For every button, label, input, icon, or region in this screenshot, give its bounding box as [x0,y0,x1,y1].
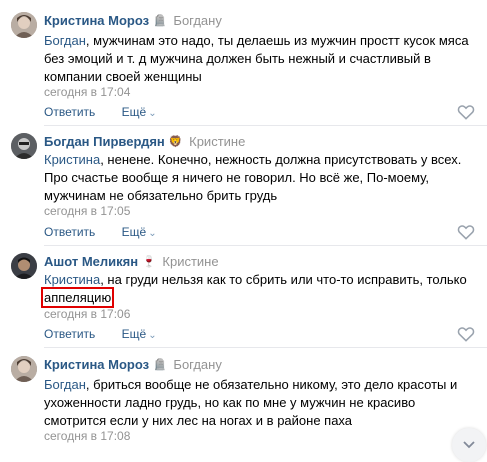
scroll-down-button[interactable] [452,428,486,462]
separator [44,347,487,348]
reply-to[interactable]: Кристине [162,254,218,269]
comment-time[interactable]: сегодня в 17:05 [44,204,130,218]
more-button[interactable]: Ещё ⌄ [122,105,157,119]
comment-actions: Ответить Ещё ⌄ [44,105,157,119]
mention-link[interactable]: Кристина [44,152,100,167]
mention-link[interactable]: Кристина [44,272,100,287]
reply-button[interactable]: Ответить [44,105,95,119]
more-button[interactable]: Ещё ⌄ [122,327,157,341]
chevron-down-icon: ⌄ [148,108,157,119]
reply-button[interactable]: Ответить [44,327,95,341]
mention-link[interactable]: Богдан [44,33,86,48]
separator [44,245,487,246]
wine-glass-icon: 🍷 [142,256,156,268]
heart-icon[interactable] [456,324,476,344]
heart-icon[interactable] [456,222,476,242]
comment-text: Богдан, мужчинам это надо, ты делаешь из… [44,33,469,84]
author-name[interactable]: Ашот Меликян [44,254,138,269]
comment-time[interactable]: сегодня в 17:04 [44,85,130,99]
reply-to[interactable]: Кристине [189,134,245,149]
arrow-down-icon [463,441,475,449]
highlighted-word: аппеляцию [40,287,115,308]
comment-text: Кристина, ненене. Конечно, нежность долж… [44,152,462,203]
gravestone-icon: 🪦 [153,359,167,371]
avatar[interactable] [11,12,37,38]
comment-header: Кристина Мороз 🪦 Богдану [44,357,222,373]
comment-time[interactable]: сегодня в 17:06 [44,307,130,321]
comment-actions: Ответить Ещё ⌄ [44,225,157,239]
more-button[interactable]: Ещё ⌄ [122,225,157,239]
comment-time[interactable]: сегодня в 17:08 [44,429,130,443]
reply-to[interactable]: Богдану [173,13,221,28]
lion-icon: 🦁 [168,136,183,148]
reply-to[interactable]: Богдану [173,357,221,372]
comment-text: Богдан, бриться вообще не обязательно ни… [44,377,458,428]
comment-text: Кристина, на груди нельзя как то сбрить … [40,272,467,308]
author-name[interactable]: Кристина Мороз [44,357,149,372]
author-name[interactable]: Богдан Пирвердян [44,134,165,149]
gravestone-icon: 🪦 [153,15,167,27]
comment-actions: Ответить Ещё ⌄ [44,327,157,341]
heart-icon[interactable] [456,102,476,122]
comment-header: Богдан Пирвердян 🦁 Кристине [44,134,245,150]
comment-header: Ашот Меликян 🍷 Кристине [44,254,219,270]
avatar[interactable] [11,133,37,159]
avatar[interactable] [11,356,37,382]
avatar[interactable] [11,253,37,279]
comment-header: Кристина Мороз 🪦 Богдану [44,13,222,29]
author-name[interactable]: Кристина Мороз [44,13,149,28]
chevron-down-icon: ⌄ [148,228,157,239]
reply-button[interactable]: Ответить [44,225,95,239]
mention-link[interactable]: Богдан [44,377,86,392]
separator [44,125,487,126]
chevron-down-icon: ⌄ [148,330,157,341]
